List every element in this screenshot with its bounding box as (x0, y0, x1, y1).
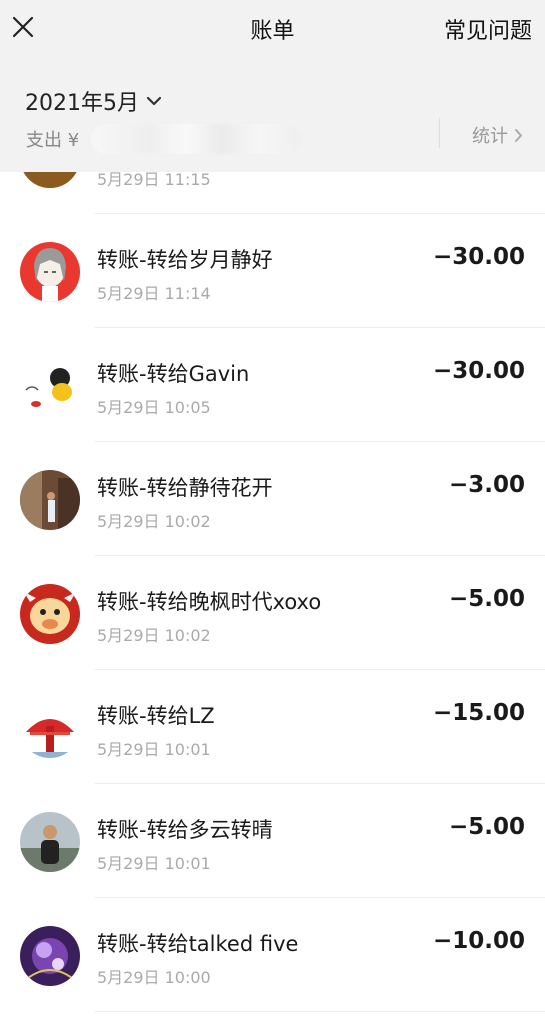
transaction-amount: −5.00 (448, 814, 525, 840)
faq-link[interactable]: 常见问题 (444, 13, 532, 45)
transaction-row[interactable]: 转账-转给talked five 5月29日 10:00 −10.00 (0, 898, 545, 1012)
summary-divider (439, 118, 440, 148)
nav-bar: 账单 常见问题 (0, 0, 545, 62)
stats-label: 统计 (472, 126, 508, 147)
anime-character-avatar (20, 242, 80, 302)
transaction-row[interactable]: 转账-转给岁月静好 5月29日 11:14 −30.00 (0, 214, 545, 328)
transaction-list: 5月29日 11:15 转账-转给岁月静好 5月29日 11:14 −30.00 (0, 100, 545, 1012)
transaction-amount: −30.00 (432, 244, 525, 270)
transaction-time: 5月29日 10:00 (97, 968, 211, 987)
transaction-title: 转账-转给晚枫时代xoxo (97, 590, 322, 614)
month-picker[interactable]: 2021年5月 (25, 87, 162, 116)
chevron-right-icon (515, 128, 522, 142)
transaction-amount: −3.00 (448, 472, 525, 498)
transaction-time: 5月29日 10:02 (97, 512, 211, 531)
expense-label: 支出 ¥ (26, 130, 80, 151)
transaction-amount: −10.00 (432, 928, 525, 954)
blurred-amount (91, 124, 302, 154)
transaction-row[interactable]: 转账-转给Gavin 5月29日 10:05 −30.00 (0, 328, 545, 442)
transaction-title: 转账-转给多云转晴 (97, 818, 273, 842)
transaction-time: 5月29日 10:05 (97, 398, 211, 417)
transaction-title: 转账-转给LZ (97, 704, 215, 728)
row-divider (95, 1011, 545, 1012)
month-summary: 2021年5月 支出 ¥ 统计 (0, 62, 545, 172)
transaction-row[interactable]: 转账-转给多云转晴 5月29日 10:01 −5.00 (0, 784, 545, 898)
expense-total: 支出 ¥ (26, 124, 302, 154)
person-photo-avatar (20, 812, 80, 872)
purple-fantasy-avatar (20, 926, 80, 986)
transaction-amount: −5.00 (448, 586, 525, 612)
month-label: 2021年5月 (25, 91, 139, 116)
cartoon-cow-avatar (20, 584, 80, 644)
transaction-time: 5月29日 10:02 (97, 626, 211, 645)
transaction-title: 转账-转给talked five (97, 932, 299, 956)
red-tower-avatar (20, 698, 80, 758)
transaction-amount: −15.00 (432, 700, 525, 726)
transaction-time: 5月29日 10:01 (97, 854, 211, 873)
transaction-amount: −30.00 (432, 358, 525, 384)
transaction-row[interactable]: 转账-转给LZ 5月29日 10:01 −15.00 (0, 670, 545, 784)
stats-button[interactable]: 统计 (472, 122, 523, 148)
transaction-time: 5月29日 10:01 (97, 740, 211, 759)
transaction-title: 转账-转给Gavin (97, 362, 250, 386)
cartoon-signature-avatar (20, 356, 80, 416)
transaction-title: 转账-转给静待花开 (97, 476, 273, 500)
street-photo-avatar (20, 470, 80, 530)
transaction-title: 转账-转给岁月静好 (97, 248, 273, 272)
chevron-down-icon (146, 96, 162, 106)
transaction-row[interactable]: 转账-转给晚枫时代xoxo 5月29日 10:02 −5.00 (0, 556, 545, 670)
transaction-time: 5月29日 11:14 (97, 284, 211, 303)
transaction-row[interactable]: 转账-转给静待花开 5月29日 10:02 −3.00 (0, 442, 545, 556)
